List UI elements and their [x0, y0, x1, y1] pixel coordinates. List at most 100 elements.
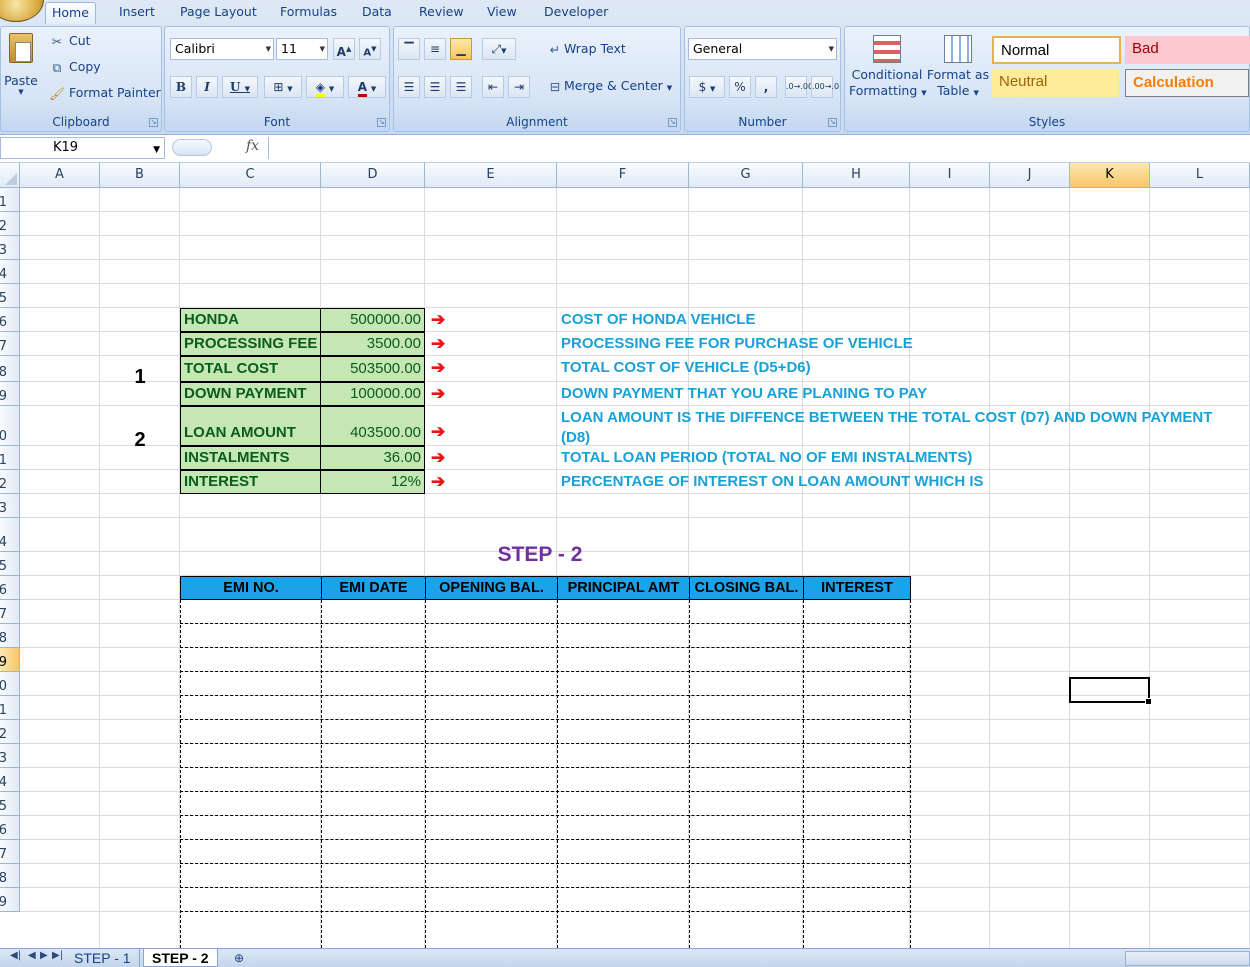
input-label[interactable]: LOAN AMOUNT [180, 406, 321, 446]
column-header-k[interactable]: K [1070, 163, 1150, 188]
merge-center-button[interactable]: ⊟ Merge & Center ▼ [546, 78, 672, 94]
font-launcher-icon[interactable]: ↘ [377, 118, 386, 127]
align-middle-icon[interactable]: ≡ [424, 38, 446, 60]
row-header-1[interactable]: 1 [0, 188, 20, 212]
number-launcher-icon[interactable]: ↘ [828, 118, 837, 127]
percent-button[interactable]: % [729, 76, 751, 98]
table-row[interactable] [180, 887, 910, 888]
style-bad[interactable]: Bad [1125, 36, 1250, 64]
column-header-d[interactable]: D [321, 163, 425, 188]
input-value[interactable]: 403500.00 [320, 406, 425, 446]
row-header-6[interactable]: 6 [0, 308, 20, 332]
column-header-a[interactable]: A [20, 163, 100, 188]
table-row[interactable] [180, 695, 910, 696]
row-header-4[interactable]: 4 [0, 260, 20, 284]
font-name-select[interactable]: Calibri ▼ [170, 38, 274, 60]
input-label[interactable]: INSTALMENTS [180, 446, 321, 470]
number-format-select[interactable]: General ▼ [688, 38, 837, 60]
alignment-launcher-icon[interactable]: ↘ [668, 118, 677, 127]
table-header[interactable]: CLOSING BAL. [689, 576, 804, 600]
tab-home[interactable]: Home [45, 2, 96, 24]
first-sheet-icon[interactable]: ◀| [10, 950, 21, 961]
tab-insert[interactable]: Insert [113, 2, 161, 24]
table-header[interactable]: INTEREST [803, 576, 911, 600]
bold-button[interactable]: B [170, 76, 192, 98]
table-header[interactable]: EMI NO. [180, 576, 322, 600]
tab-view[interactable]: View [481, 2, 523, 24]
input-label[interactable]: PROCESSING FEE [180, 332, 321, 356]
active-cell-selection[interactable] [1069, 677, 1152, 705]
table-header[interactable]: EMI DATE [321, 576, 426, 600]
table-row[interactable] [180, 815, 910, 816]
column-header-i[interactable]: I [910, 163, 990, 188]
input-label[interactable]: INTEREST [180, 470, 321, 494]
style-calculation[interactable]: Calculation [1125, 69, 1249, 97]
row-header-7[interactable]: 7 [0, 332, 20, 356]
input-value[interactable]: 3500.00 [320, 332, 425, 356]
align-top-icon[interactable]: ▔ [398, 38, 420, 60]
column-header-e[interactable]: E [425, 163, 557, 188]
align-right-icon[interactable]: ☰ [450, 76, 472, 98]
column-header-j[interactable]: J [990, 163, 1070, 188]
sheet-tab-step-2[interactable]: STEP - 2 [143, 949, 218, 967]
worksheet-grid[interactable]: ABCDEFGHIJKL 123456789101112131415161718… [0, 163, 1250, 948]
row-header-18[interactable]: 18 [0, 624, 20, 648]
tab-review[interactable]: Review [413, 2, 470, 24]
row-header-20[interactable]: 20 [0, 672, 20, 696]
row-header-23[interactable]: 23 [0, 744, 20, 768]
fill-color-button[interactable]: ◈ ▼ [306, 76, 344, 98]
conditional-formatting-button[interactable]: Conditional Formatting ▼ [849, 35, 927, 101]
tab-formulas[interactable]: Formulas [274, 2, 343, 24]
orientation-icon[interactable]: ⤢▼ [482, 38, 516, 60]
copy-button[interactable]: ⧉ Copy [49, 59, 101, 76]
borders-button[interactable]: ⊞ ▼ [264, 76, 302, 98]
row-header-9[interactable]: 9 [0, 382, 20, 406]
row-header-15[interactable]: 15 [0, 552, 20, 576]
input-label[interactable]: TOTAL COST [180, 356, 321, 382]
row-header-19[interactable]: 19 [0, 648, 20, 672]
format-as-table-button[interactable]: Format as Table ▼ [925, 35, 991, 101]
input-label[interactable]: DOWN PAYMENT [180, 382, 321, 406]
comma-button[interactable]: , [755, 76, 777, 98]
column-header-b[interactable]: B [100, 163, 180, 188]
table-row[interactable] [180, 623, 910, 624]
column-header-c[interactable]: C [180, 163, 321, 188]
row-header-10[interactable]: 10 [0, 406, 20, 446]
table-row[interactable] [180, 791, 910, 792]
row-header-21[interactable]: 21 [0, 696, 20, 720]
name-box[interactable]: K19 ▼ [0, 137, 165, 159]
column-header-f[interactable]: F [557, 163, 689, 188]
italic-button[interactable]: I [196, 76, 218, 98]
increase-indent-icon[interactable]: ⇥ [508, 76, 530, 98]
row-header-28[interactable]: 28 [0, 864, 20, 888]
table-header[interactable]: OPENING BAL. [425, 576, 558, 600]
last-sheet-icon[interactable]: ▶| [52, 950, 63, 961]
font-color-button[interactable]: A ▼ [348, 76, 386, 98]
decrease-decimal-icon[interactable]: .00→.0 [811, 76, 839, 98]
table-row[interactable] [180, 719, 910, 720]
align-center-icon[interactable]: ☰ [424, 76, 446, 98]
horizontal-scrollbar[interactable] [1125, 951, 1250, 966]
row-header-11[interactable]: 11 [0, 446, 20, 470]
column-header-g[interactable]: G [689, 163, 803, 188]
cut-button[interactable]: ✂ Cut [49, 33, 91, 49]
row-header-24[interactable]: 24 [0, 768, 20, 792]
table-row[interactable] [180, 647, 910, 648]
increase-decimal-icon[interactable]: .0→.00 [785, 76, 813, 98]
table-row[interactable] [180, 863, 910, 864]
input-value[interactable]: 500000.00 [320, 308, 425, 332]
row-header-2[interactable]: 2 [0, 212, 20, 236]
prev-sheet-icon[interactable]: ◀ [28, 950, 36, 961]
tab-page-layout[interactable]: Page Layout [174, 2, 263, 24]
align-left-icon[interactable]: ☰ [398, 76, 420, 98]
style-neutral[interactable]: Neutral [992, 69, 1119, 97]
input-value[interactable]: 12% [320, 470, 425, 494]
row-header-27[interactable]: 27 [0, 840, 20, 864]
insert-function-button[interactable]: fx [170, 138, 265, 158]
table-row[interactable] [180, 839, 910, 840]
row-header-14[interactable]: 14 [0, 518, 20, 552]
grow-font-button[interactable]: A▲ [333, 38, 355, 60]
align-bottom-icon[interactable]: ▁ [450, 38, 472, 60]
table-header[interactable]: PRINCIPAL AMT [557, 576, 690, 600]
table-row[interactable] [180, 911, 910, 912]
